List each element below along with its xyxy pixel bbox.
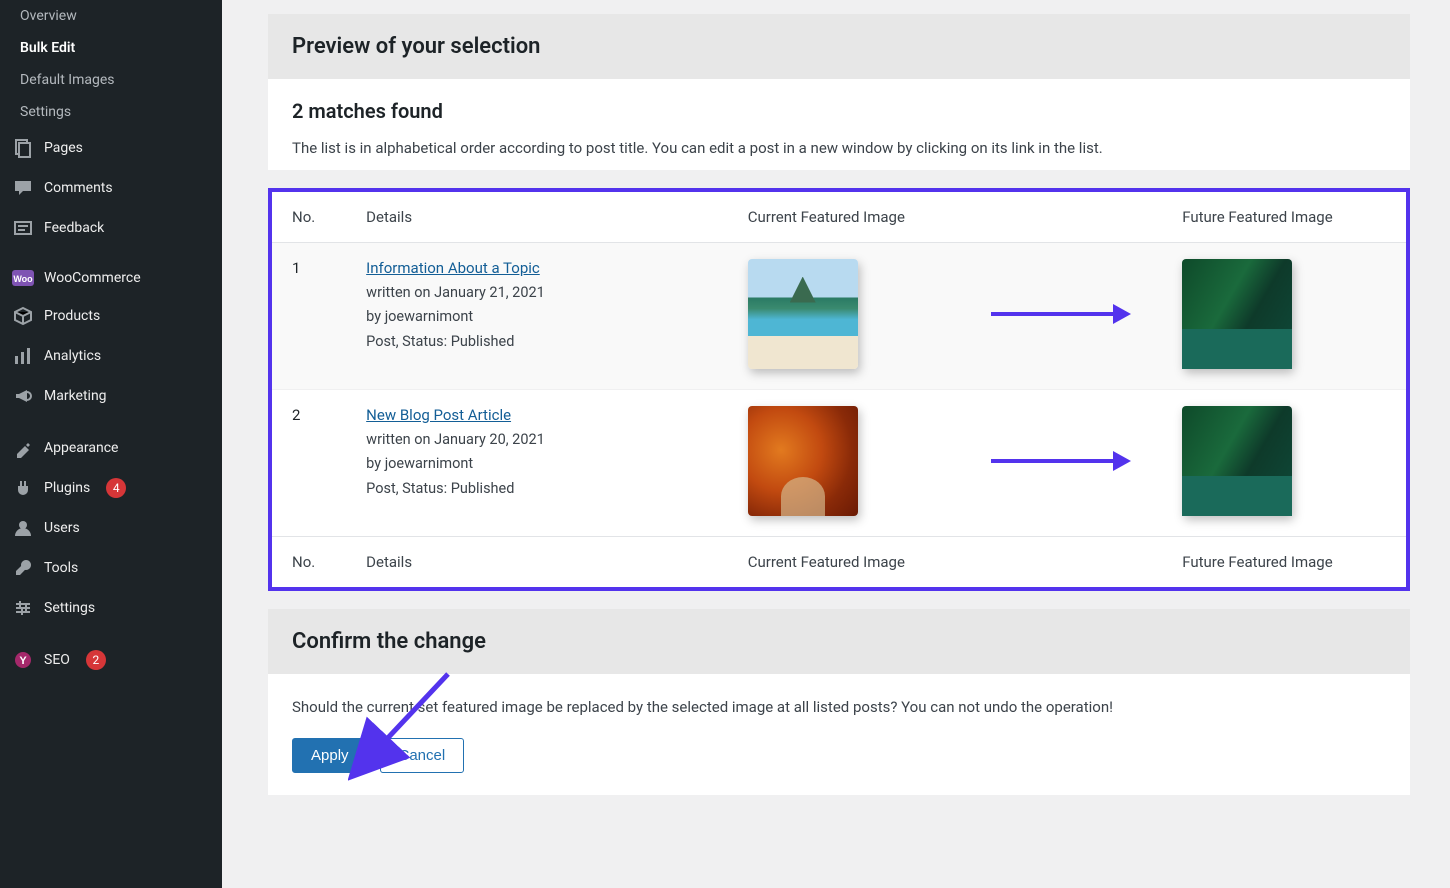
table-row: 1 Information About a Topic written on Jan… [272,242,1406,389]
table-row: 2 New Blog Post Article written on January… [272,389,1406,536]
future-image-cell [1162,389,1406,536]
sidebar-item-label: Comments [44,180,113,196]
svg-text:Y: Y [19,655,27,667]
current-featured-image-thumbnail [748,406,858,516]
sidebar-item-comments[interactable]: Comments [0,168,222,208]
col-arrow-footer [971,536,1162,587]
col-details-header: Details [346,192,728,243]
arrow-right-icon [991,451,1131,471]
col-future-footer: Future Featured Image [1162,536,1406,587]
post-meta: written on January 20, 2021by joewarnimo… [366,428,708,502]
row-number: 2 [272,389,346,536]
plugins-icon [12,478,34,498]
col-current-header: Current Featured Image [728,192,972,243]
arrow-cell [971,242,1162,389]
sidebar-item-plugins[interactable]: Plugins 4 [0,468,222,508]
col-no-header: No. [272,192,346,243]
sidebar-subitem-default-images[interactable]: Default Images [0,64,222,96]
preview-intro: 2 matches found The list is in alphabeti… [268,79,1410,170]
col-details-footer: Details [346,536,728,587]
svg-text:Woo: Woo [13,274,33,284]
sidebar-item-label: Products [44,308,100,324]
pages-icon [12,138,34,158]
sidebar-item-label: Marketing [44,388,107,404]
sidebar-item-label: Analytics [44,348,101,364]
sidebar-item-feedback[interactable]: Feedback [0,208,222,248]
post-meta: written on January 21, 2021by joewarnimo… [366,281,708,355]
col-no-footer: No. [272,536,346,587]
future-featured-image-thumbnail [1182,406,1292,516]
sidebar-item-label: Pages [44,140,83,156]
arrow-right-icon [991,304,1131,324]
arrow-cell [971,389,1162,536]
sidebar-item-label: Plugins [44,480,90,496]
sidebar-item-seo[interactable]: Y SEO 2 [0,640,222,680]
seo-icon: Y [12,650,34,670]
sidebar-item-woocommerce[interactable]: Woo WooCommerce [0,260,222,296]
menu-spacer [0,416,222,428]
sidebar-item-label: WooCommerce [44,270,141,286]
preview-table: No. Details Current Featured Image Futur… [272,192,1406,587]
appearance-icon [12,438,34,458]
sidebar-item-appearance[interactable]: Appearance [0,428,222,468]
current-image-cell [728,389,972,536]
confirm-text: Should the current set featured image be… [292,696,1386,719]
comment-icon [12,178,34,198]
sidebar-item-marketing[interactable]: Marketing [0,376,222,416]
sidebar-subitem-settings[interactable]: Settings [0,96,222,128]
sidebar-subitem-bulk-edit[interactable]: Bulk Edit [0,32,222,64]
sidebar-item-label: Appearance [44,440,118,456]
post-title-link[interactable]: New Blog Post Article [366,406,511,424]
sidebar-item-analytics[interactable]: Analytics [0,336,222,376]
update-badge: 2 [86,650,106,670]
cancel-button[interactable]: Cancel [380,738,465,773]
col-future-header: Future Featured Image [1162,192,1406,243]
sidebar-item-label: Settings [44,600,95,616]
sidebar-item-tools[interactable]: Tools [0,548,222,588]
sidebar-item-settings[interactable]: Settings [0,588,222,628]
col-current-footer: Current Featured Image [728,536,972,587]
sidebar-item-label: Tools [44,560,78,576]
preview-description: The list is in alphabetical order accord… [292,137,1386,160]
sidebar-item-label: Feedback [44,220,104,236]
sidebar-item-users[interactable]: Users [0,508,222,548]
marketing-icon [12,386,34,406]
col-arrow-header [971,192,1162,243]
confirm-heading: Confirm the change [268,609,1410,674]
sidebar-subitem-overview[interactable]: Overview [0,0,222,32]
preview-heading: Preview of your selection [268,14,1410,79]
update-badge: 4 [106,478,126,498]
confirm-block: Should the current set featured image be… [268,674,1410,796]
matches-count: 2 matches found [292,99,1386,123]
main-content: Preview of your selection 2 matches foun… [222,0,1450,888]
current-image-cell [728,242,972,389]
feedback-icon [12,218,34,238]
users-icon [12,518,34,538]
admin-sidebar: OverviewBulk EditDefault ImagesSettings … [0,0,222,888]
sidebar-item-label: SEO [44,652,70,668]
settings-icon [12,598,34,618]
row-details: New Blog Post Article written on January … [346,389,728,536]
row-number: 1 [272,242,346,389]
menu-spacer [0,628,222,640]
sidebar-item-pages[interactable]: Pages [0,128,222,168]
analytics-icon [12,346,34,366]
woo-icon: Woo [12,270,34,286]
post-title-link[interactable]: Information About a Topic [366,259,540,277]
future-featured-image-thumbnail [1182,259,1292,369]
preview-table-highlight: No. Details Current Featured Image Futur… [268,188,1410,591]
menu-spacer [0,248,222,260]
apply-button[interactable]: Apply [292,738,368,773]
future-image-cell [1162,242,1406,389]
tools-icon [12,558,34,578]
row-details: Information About a Topic written on Janu… [346,242,728,389]
sidebar-item-label: Users [44,520,80,536]
sidebar-item-products[interactable]: Products [0,296,222,336]
current-featured-image-thumbnail [748,259,858,369]
products-icon [12,306,34,326]
